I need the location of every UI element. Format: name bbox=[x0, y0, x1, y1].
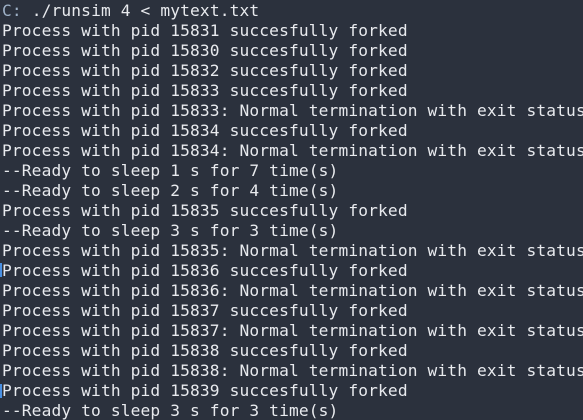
output-line: Process with pid 15831 succesfully forke… bbox=[2, 21, 408, 40]
output-line: Process with pid 15837 succesfully forke… bbox=[2, 301, 408, 320]
output-line: Process with pid 15833: Normal terminati… bbox=[2, 101, 583, 120]
line-marker bbox=[0, 263, 2, 277]
command-prompt-line: C: ./runsim 4 < mytext.txt bbox=[2, 1, 583, 21]
output-line: Process with pid 15834: Normal terminati… bbox=[2, 141, 583, 160]
output-line: Process with pid 15838: Normal terminati… bbox=[2, 361, 583, 380]
output-line: Process with pid 15836 succesfully forke… bbox=[2, 261, 408, 280]
output-line: Process with pid 15835 succesfully forke… bbox=[2, 201, 408, 220]
output-line: Process with pid 15830 succesfully forke… bbox=[2, 41, 408, 60]
output-line: Process with pid 15838 succesfully forke… bbox=[2, 341, 408, 360]
output-line: Process with pid 15836: Normal terminati… bbox=[2, 281, 583, 300]
prompt-label: C: bbox=[2, 1, 22, 20]
output-line: --Ready to sleep 2 s for 4 time(s) bbox=[2, 181, 339, 200]
command-text: ./runsim 4 < mytext.txt bbox=[21, 1, 260, 20]
output-line: --Ready to sleep 3 s for 3 time(s) bbox=[2, 401, 339, 420]
output-line: Process with pid 15839 succesfully forke… bbox=[2, 381, 408, 400]
output-line: --Ready to sleep 3 s for 3 time(s) bbox=[2, 221, 339, 240]
terminal-window[interactable]: C: ./runsim 4 < mytext.txt Process with … bbox=[0, 0, 583, 420]
output-line: Process with pid 15833 succesfully forke… bbox=[2, 81, 408, 100]
output-line: Process with pid 15837: Normal terminati… bbox=[2, 321, 583, 340]
output-line: Process with pid 15834 succesfully forke… bbox=[2, 121, 408, 140]
output-line: Process with pid 15832 succesfully forke… bbox=[2, 61, 408, 80]
output-line: --Ready to sleep 1 s for 7 time(s) bbox=[2, 161, 339, 180]
output-line: Process with pid 15835: Normal terminati… bbox=[2, 241, 583, 260]
line-marker bbox=[0, 384, 2, 398]
